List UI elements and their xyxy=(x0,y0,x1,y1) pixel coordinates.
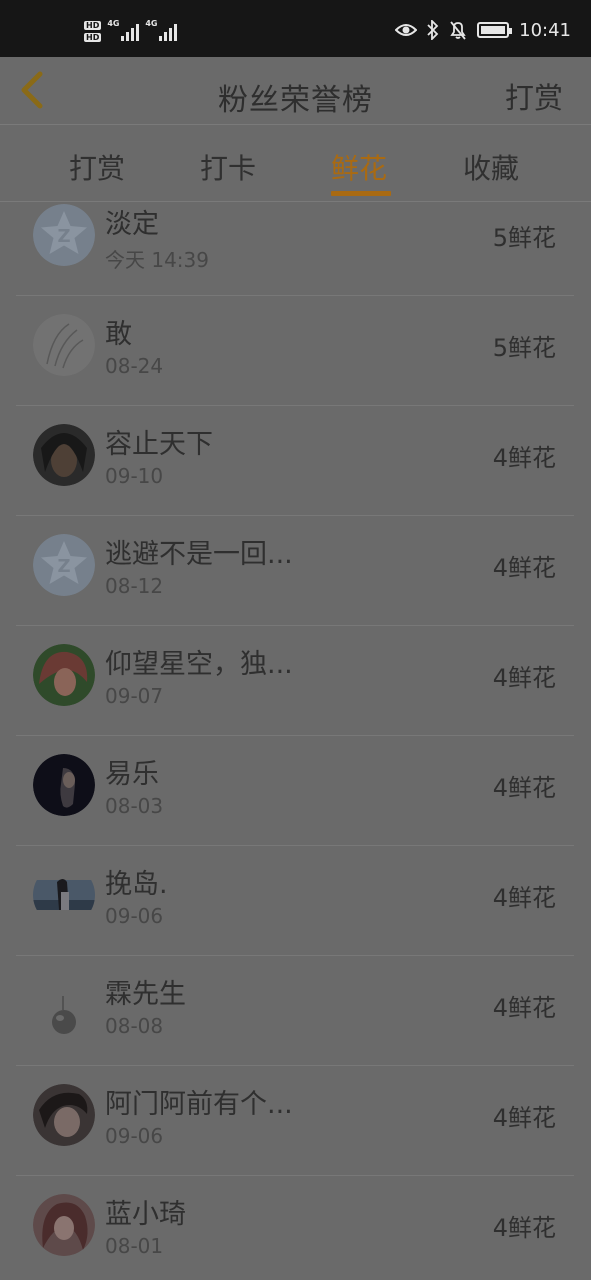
status-bar: HD HD 4G 4G 10:41 xyxy=(0,0,591,57)
flower-count: 4鲜花 xyxy=(492,664,556,692)
fan-date: 09-06 xyxy=(105,904,164,928)
tab-reward[interactable]: 打赏 xyxy=(69,147,125,187)
avatar xyxy=(33,314,95,376)
title-bar: 粉丝荣誉榜 打赏 xyxy=(0,57,591,125)
hd-badge: HD xyxy=(84,20,102,30)
fan-name: 容止天下 xyxy=(105,429,213,460)
network-type: 4G xyxy=(107,19,120,28)
flower-count: 5鲜花 xyxy=(492,334,556,362)
fan-date: 09-10 xyxy=(105,464,164,488)
list-item[interactable]: 阿门阿前有个... 09-06 4鲜花 xyxy=(16,1066,574,1176)
fan-date: 09-06 xyxy=(105,1124,164,1148)
avatar xyxy=(33,644,95,706)
bell-off-icon xyxy=(450,21,466,40)
fan-name: 蓝小琦 xyxy=(105,1199,186,1230)
list-item[interactable]: 霖先生 08-08 4鲜花 xyxy=(16,956,574,1066)
fan-name: 易乐 xyxy=(105,759,159,790)
flower-count: 5鲜花 xyxy=(492,224,556,252)
eye-icon xyxy=(395,24,418,36)
avatar: Z xyxy=(33,204,95,266)
fan-name: 挽岛. xyxy=(105,869,168,900)
svg-text:Z: Z xyxy=(57,556,70,577)
svg-text:Z: Z xyxy=(57,226,70,247)
fan-name: 霖先生 xyxy=(105,979,186,1010)
hd-badge: HD xyxy=(84,32,102,42)
fan-date: 08-12 xyxy=(105,574,164,598)
flower-count: 4鲜花 xyxy=(492,1214,556,1242)
list-item[interactable]: 蓝小琦 08-01 4鲜花 xyxy=(16,1176,574,1280)
avatar xyxy=(33,424,95,486)
tab-bar: 打赏 打卡 鲜花 收藏 xyxy=(0,125,591,202)
flower-count: 4鲜花 xyxy=(492,774,556,802)
active-tab-indicator xyxy=(331,191,391,196)
flower-count: 4鲜花 xyxy=(492,994,556,1022)
flower-count: 4鲜花 xyxy=(492,554,556,582)
fan-date: 08-08 xyxy=(105,1014,164,1038)
tab-flowers[interactable]: 鲜花 xyxy=(331,147,387,187)
fan-name: 仰望星空，独... xyxy=(105,649,293,680)
fan-name: 逃避不是一回... xyxy=(105,539,293,570)
flower-count: 4鲜花 xyxy=(492,1104,556,1132)
signal-icon: 4G xyxy=(145,19,178,41)
fan-name: 淡定 xyxy=(105,209,159,240)
fan-name: 阿门阿前有个... xyxy=(105,1089,293,1120)
status-signals: HD HD 4G 4G xyxy=(84,16,178,46)
flower-count: 4鲜花 xyxy=(492,444,556,472)
fan-date: 今天 14:39 xyxy=(105,248,209,272)
fan-date: 08-03 xyxy=(105,794,164,818)
reward-button[interactable]: 打赏 xyxy=(505,75,563,117)
flower-count: 4鲜花 xyxy=(492,884,556,912)
page-title: 粉丝荣誉榜 xyxy=(218,83,373,118)
fan-date: 09-07 xyxy=(105,684,164,708)
avatar xyxy=(33,1084,95,1146)
tab-favorites[interactable]: 收藏 xyxy=(463,147,519,187)
avatar xyxy=(33,754,95,816)
list-item[interactable]: 敢 08-24 5鲜花 xyxy=(16,296,574,406)
battery-icon xyxy=(477,22,513,38)
fan-ranking-list: Z 淡定 今天 14:39 5鲜花 敢 08-24 5鲜花 容止天下 09-10… xyxy=(0,202,591,1280)
avatar xyxy=(33,1194,95,1256)
list-item[interactable]: Z 逃避不是一回... 08-12 4鲜花 xyxy=(16,516,574,626)
list-item[interactable]: 仰望星空，独... 09-07 4鲜花 xyxy=(16,626,574,736)
bluetooth-icon xyxy=(427,20,439,40)
fan-name: 敢 xyxy=(105,319,132,350)
network-type: 4G xyxy=(145,19,158,28)
fan-date: 08-24 xyxy=(105,354,164,378)
list-item[interactable]: 容止天下 09-10 4鲜花 xyxy=(16,406,574,516)
avatar: Z xyxy=(33,534,95,596)
avatar xyxy=(33,974,95,1036)
signal-icon: 4G xyxy=(107,19,140,41)
avatar xyxy=(33,864,95,926)
list-item[interactable]: 挽岛. 09-06 4鲜花 xyxy=(16,846,574,956)
tab-checkin[interactable]: 打卡 xyxy=(200,147,256,187)
status-icons: 10:41 xyxy=(395,18,571,42)
fan-date: 08-01 xyxy=(105,1234,164,1258)
list-item[interactable]: Z 淡定 今天 14:39 5鲜花 xyxy=(16,202,574,296)
status-time: 10:41 xyxy=(519,19,571,41)
list-item[interactable]: 易乐 08-03 4鲜花 xyxy=(16,736,574,846)
